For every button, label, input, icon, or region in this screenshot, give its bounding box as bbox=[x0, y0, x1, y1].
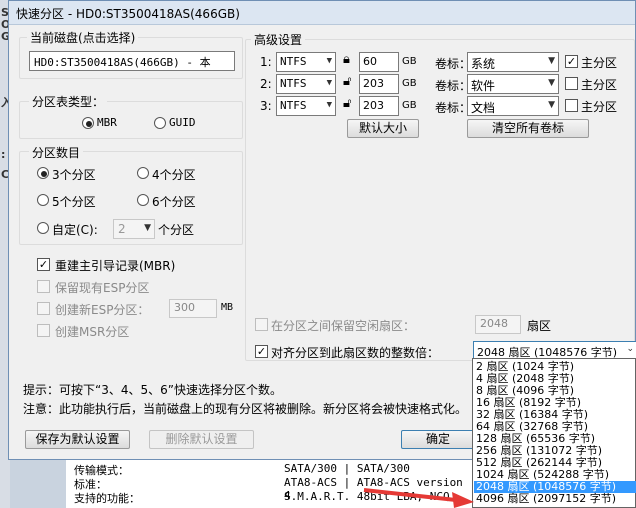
chevron-down-icon: ▼ bbox=[548, 78, 555, 88]
row-index: 2: bbox=[260, 77, 272, 91]
current-disk-legend: 当前磁盘(点击选择) bbox=[27, 29, 139, 46]
gap-label: 在分区之间保留空闲扇区： bbox=[271, 319, 416, 333]
create-esp-label: 创建新ESP分区： bbox=[55, 303, 150, 317]
keep-esp-checkbox[interactable] bbox=[37, 280, 50, 293]
chevron-down-icon: ▼ bbox=[548, 100, 555, 110]
clear-labels-button[interactable]: 清空所有卷标 bbox=[467, 119, 589, 138]
lock-open-icon[interactable]: 🔓︎ bbox=[343, 96, 351, 111]
delete-default-button[interactable]: 删除默认设置 bbox=[149, 430, 254, 449]
mbr-radio[interactable] bbox=[82, 117, 94, 129]
size-input-2[interactable]: 203 bbox=[359, 74, 399, 94]
chevron-down-icon: ⌄ bbox=[626, 344, 634, 354]
default-size-button[interactable]: 默认大小 bbox=[347, 119, 419, 138]
guid-radio[interactable] bbox=[154, 117, 166, 129]
fs-value: NTFS bbox=[280, 77, 307, 90]
fs-value: NTFS bbox=[280, 99, 307, 112]
partition-count-legend: 分区数目 bbox=[29, 144, 84, 161]
partition-5-label: 5个分区 bbox=[52, 195, 96, 209]
volume-combo-1[interactable]: 系统 ▼ bbox=[467, 52, 559, 72]
disk-info-value: SATA/300 | SATA/300 bbox=[284, 462, 410, 475]
volume-label-caption: 卷标： bbox=[435, 79, 472, 93]
size-input-1[interactable]: 60 bbox=[359, 52, 399, 72]
primary-checkbox-1[interactable]: ✓ bbox=[565, 55, 578, 68]
partition-6-label: 6个分区 bbox=[152, 195, 196, 209]
row-index: 1: bbox=[260, 55, 272, 69]
partition-3-label: 3个分区 bbox=[52, 168, 96, 182]
chevron-down-icon: ▼ bbox=[326, 56, 332, 66]
align-checkbox[interactable]: ✓ bbox=[255, 345, 268, 358]
chevron-down-icon: ▼ bbox=[326, 78, 332, 88]
ok-button[interactable]: 确定 bbox=[401, 430, 475, 449]
gap-checkbox[interactable] bbox=[255, 318, 268, 331]
background-char: : bbox=[1, 148, 6, 161]
gap-input[interactable]: 2048 bbox=[475, 315, 521, 334]
fs-combo-1[interactable]: NTFS ▼ bbox=[276, 52, 336, 72]
mbr-label: MBR bbox=[97, 116, 117, 129]
rebuild-mbr-checkbox[interactable]: ✓ bbox=[37, 258, 50, 271]
volume-value: 软件 bbox=[471, 79, 496, 93]
primary-label: 主分区 bbox=[581, 78, 618, 92]
volume-label-caption: 卷标： bbox=[435, 57, 472, 71]
current-disk-select[interactable]: HD0:ST3500418AS(466GB) - 本 bbox=[29, 51, 235, 71]
fs-value: NTFS bbox=[280, 55, 307, 68]
lock-closed-icon[interactable]: 🔒︎ bbox=[343, 52, 350, 67]
rebuild-mbr-label: 重建主引导记录(MBR) bbox=[55, 259, 176, 273]
primary-label: 主分区 bbox=[581, 56, 618, 70]
custom-count-unit: 个分区 bbox=[158, 223, 195, 237]
custom-count-value: 2 bbox=[118, 222, 126, 236]
custom-count-combo[interactable]: 2 ▼ bbox=[113, 219, 155, 239]
primary-label: 主分区 bbox=[581, 100, 618, 114]
primary-checkbox-2[interactable] bbox=[565, 77, 578, 90]
fs-combo-2[interactable]: NTFS ▼ bbox=[276, 74, 336, 94]
title-bar: 快速分区 - HD0:ST3500418AS(466GB) bbox=[9, 1, 635, 25]
create-esp-checkbox[interactable] bbox=[37, 302, 50, 315]
partition-table-legend: 分区表类型： bbox=[29, 93, 108, 110]
chevron-down-icon: ▼ bbox=[144, 223, 151, 233]
partition-6-radio[interactable] bbox=[137, 194, 149, 206]
volume-value: 文档 bbox=[471, 101, 496, 115]
dialog-title: 快速分区 - HD0:ST3500418AS(466GB) bbox=[16, 7, 240, 21]
row-index: 3: bbox=[260, 99, 272, 113]
esp-size-unit: MB bbox=[221, 302, 234, 313]
keep-esp-label: 保留现有ESP分区 bbox=[55, 281, 150, 295]
primary-checkbox-3[interactable] bbox=[565, 99, 578, 112]
advanced-settings-legend: 高级设置 bbox=[251, 31, 306, 48]
partition-4-radio[interactable] bbox=[137, 167, 149, 179]
align-label: 对齐分区到此扇区数的整数倍： bbox=[271, 346, 440, 360]
create-msr-checkbox[interactable] bbox=[37, 324, 50, 337]
gap-unit: 扇区 bbox=[527, 319, 552, 333]
create-msr-label: 创建MSR分区 bbox=[55, 325, 130, 339]
note-text: 注意：此功能执行后，当前磁盘上的现有分区将被删除。新分区将会被快速格式化。 bbox=[23, 402, 468, 416]
lock-open-icon[interactable]: 🔓︎ bbox=[343, 74, 351, 89]
guid-label: GUID bbox=[169, 116, 196, 129]
tip-text: 提示：可按下“3、4、5、6”快速选择分区个数。 bbox=[23, 383, 282, 397]
partition-custom-radio[interactable] bbox=[37, 222, 49, 234]
fs-combo-3[interactable]: NTFS ▼ bbox=[276, 96, 336, 116]
volume-combo-2[interactable]: 软件 ▼ bbox=[467, 74, 559, 94]
size-input-3[interactable]: 203 bbox=[359, 96, 399, 116]
chevron-down-icon: ▼ bbox=[548, 56, 555, 66]
size-unit: GB bbox=[402, 56, 417, 67]
size-unit: GB bbox=[402, 100, 417, 111]
disk-info-key: 支持的功能： bbox=[74, 492, 140, 505]
save-default-button[interactable]: 保存为默认设置 bbox=[25, 430, 130, 449]
dropdown-item[interactable]: 4096 扇区 (2097152 字节) bbox=[474, 493, 636, 505]
partition-4-label: 4个分区 bbox=[152, 168, 196, 182]
volume-combo-3[interactable]: 文档 ▼ bbox=[467, 96, 559, 116]
align-dropdown-list[interactable]: 2 扇区 (1024 字节) 4 扇区 (2048 字节) 8 扇区 (4096… bbox=[472, 358, 636, 508]
chevron-down-icon: ▼ bbox=[326, 100, 332, 110]
esp-size-input[interactable]: 300 bbox=[169, 299, 217, 318]
size-unit: GB bbox=[402, 78, 417, 89]
volume-label-caption: 卷标： bbox=[435, 101, 472, 115]
partition-3-radio[interactable] bbox=[37, 167, 49, 179]
red-arrow-icon bbox=[363, 488, 474, 508]
partition-custom-label: 自定(C): bbox=[52, 223, 98, 237]
volume-value: 系统 bbox=[471, 57, 496, 71]
partition-5-radio[interactable] bbox=[37, 194, 49, 206]
